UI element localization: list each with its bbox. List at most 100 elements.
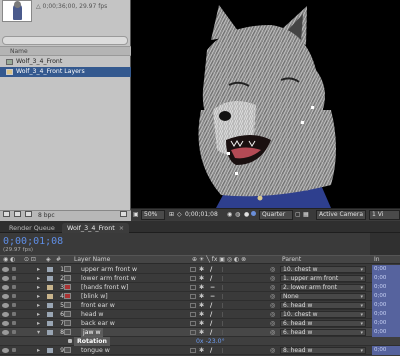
shy-switch[interactable] (190, 312, 196, 317)
collapse-switch-icon[interactable]: ✱ (199, 346, 204, 355)
parent-dropdown[interactable]: 1. upper arm front (280, 275, 366, 282)
time-ruler[interactable] (370, 233, 400, 255)
property-row-rotation[interactable]: Rotation 0x -23.0° (0, 337, 400, 346)
collapse-switch-icon[interactable]: ✱ (199, 283, 204, 292)
parent-dropdown[interactable]: 8. head w (280, 347, 366, 354)
region-of-interest-icon[interactable]: ▢ (295, 209, 301, 220)
collapse-switch-icon[interactable]: ✱ (199, 319, 204, 328)
layer-name[interactable]: front ear w (81, 301, 115, 310)
parent-dropdown[interactable]: 6. head w (280, 302, 366, 309)
composition-viewer[interactable] (131, 0, 400, 208)
always-preview-icon[interactable]: ▣ (133, 209, 139, 220)
parent-header[interactable]: Parent (282, 256, 301, 264)
layer-row[interactable]: ▸ 6 head w ✱ / ◎ 10. chest w 0;00 (0, 310, 400, 319)
lock-icon[interactable]: ⊙ ⊡ (24, 256, 36, 264)
visibility-eye-icon[interactable] (2, 276, 9, 281)
in-point[interactable]: 0;00 (372, 319, 400, 328)
label-swatch[interactable] (47, 294, 53, 299)
view-layout-dropdown[interactable]: 1 Vi (369, 210, 400, 220)
pick-whip-icon[interactable]: ◎ (270, 319, 275, 328)
zoom-dropdown[interactable]: 50% (141, 210, 165, 220)
shy-switch[interactable] (190, 267, 196, 272)
switch-boxes[interactable] (222, 321, 262, 326)
layer-row-selected[interactable]: ▾ 8 jaw w ✱ / ◎ 6. head w 0;00 (0, 328, 400, 337)
switch-boxes[interactable] (222, 285, 262, 290)
interpret-footage-icon[interactable] (3, 211, 10, 221)
in-point[interactable]: 0;00 (372, 346, 400, 355)
audio-icon[interactable] (12, 348, 16, 352)
rotation-value[interactable]: 0x -23.0° (196, 337, 225, 346)
shy-switch[interactable] (190, 303, 196, 308)
visibility-eye-icon[interactable] (2, 285, 9, 290)
visibility-eye-icon[interactable] (2, 303, 9, 308)
in-point[interactable]: 0;00 (372, 265, 400, 274)
label-swatch[interactable] (47, 267, 53, 272)
quality-switch-icon[interactable]: / (210, 319, 212, 328)
shy-switch[interactable] (190, 348, 196, 353)
quality-switch-icon[interactable]: / (210, 346, 212, 355)
visibility-eye-icon[interactable] (2, 294, 9, 299)
audio-icon[interactable] (12, 294, 16, 298)
camera-dropdown[interactable]: Active Camera (316, 210, 366, 220)
switch-boxes[interactable] (222, 312, 262, 317)
shy-switch[interactable] (190, 276, 196, 281)
in-header[interactable]: In (374, 256, 380, 264)
pick-whip-icon[interactable]: ◎ (270, 292, 275, 301)
label-swatch[interactable] (47, 285, 53, 290)
visibility-eye-icon[interactable] (2, 312, 9, 317)
twirl-arrow-icon[interactable]: ▸ (37, 301, 40, 310)
parent-dropdown[interactable]: None (280, 293, 366, 300)
layer-row[interactable]: ▸ 7 back ear w ✱ / ◎ 6. head w 0;00 (0, 319, 400, 328)
label-icon[interactable]: ◈ (46, 256, 51, 264)
shy-switch[interactable] (190, 294, 196, 299)
project-search-input[interactable] (2, 36, 128, 45)
layer-row[interactable]: ▸ 3 [hands front w] ✱ − ◎ 2. lower arm f… (0, 283, 400, 292)
layer-name[interactable]: tongue w (81, 346, 110, 355)
quality-switch-icon[interactable]: / (210, 265, 212, 274)
layer-row[interactable]: ▸ 2 lower arm front w ✱ / ◎ 1. upper arm… (0, 274, 400, 283)
parent-dropdown[interactable]: 2. lower arm front (280, 284, 366, 291)
label-swatch[interactable] (47, 348, 53, 353)
pick-whip-icon[interactable]: ◎ (270, 301, 275, 310)
stopwatch-icon[interactable] (68, 339, 72, 343)
number-column-header[interactable]: # (56, 256, 61, 264)
quality-switch-icon[interactable]: / (210, 310, 212, 319)
tab-render-queue[interactable]: Render Queue (4, 223, 60, 233)
mask-visibility-icon[interactable]: ◇ (177, 209, 182, 220)
switch-boxes[interactable] (222, 330, 262, 335)
parent-dropdown[interactable]: 6. head w (280, 320, 366, 327)
parent-dropdown[interactable]: 10. chest w (280, 311, 366, 318)
switch-boxes[interactable] (222, 267, 262, 272)
audio-icon[interactable] (12, 312, 16, 316)
twirl-arrow-icon[interactable]: ▸ (37, 346, 40, 355)
new-folder-icon[interactable] (14, 211, 21, 221)
parent-dropdown[interactable]: 10. chest w (280, 266, 366, 273)
label-swatch[interactable] (47, 276, 53, 281)
snapshot-icon[interactable]: ◉ (227, 209, 232, 220)
transparency-grid-icon[interactable]: ▦ (303, 209, 309, 220)
twirl-arrow-icon[interactable]: ▸ (37, 283, 40, 292)
collapse-switch-icon[interactable]: ✱ (199, 292, 204, 301)
pick-whip-icon[interactable]: ◎ (270, 328, 275, 337)
pick-whip-icon[interactable]: ◎ (270, 283, 275, 292)
audio-icon[interactable] (12, 276, 16, 280)
audio-icon[interactable] (12, 267, 16, 271)
quality-switch-icon[interactable]: / (210, 328, 212, 337)
layer-name[interactable]: [blink w] (81, 292, 108, 301)
collapse-switch-icon[interactable]: ✱ (199, 274, 204, 283)
quality-switch-icon[interactable]: − (210, 283, 215, 292)
audio-icon[interactable] (12, 285, 16, 289)
twirl-arrow-icon[interactable]: ▸ (37, 274, 40, 283)
label-swatch[interactable] (47, 312, 53, 317)
label-swatch[interactable] (47, 321, 53, 326)
audio-icon[interactable] (12, 321, 16, 325)
audio-icon[interactable] (12, 330, 16, 334)
safe-zones-icon[interactable]: ⊞ (169, 209, 174, 220)
new-comp-icon[interactable] (25, 211, 32, 221)
switch-boxes[interactable] (222, 303, 262, 308)
visibility-eye-icon[interactable] (2, 330, 9, 335)
twirl-arrow-icon[interactable]: ▾ (37, 328, 40, 337)
visibility-eye-icon[interactable] (2, 267, 9, 272)
show-snapshot-icon[interactable]: ◍ (235, 209, 240, 220)
shy-switch[interactable] (190, 321, 196, 326)
